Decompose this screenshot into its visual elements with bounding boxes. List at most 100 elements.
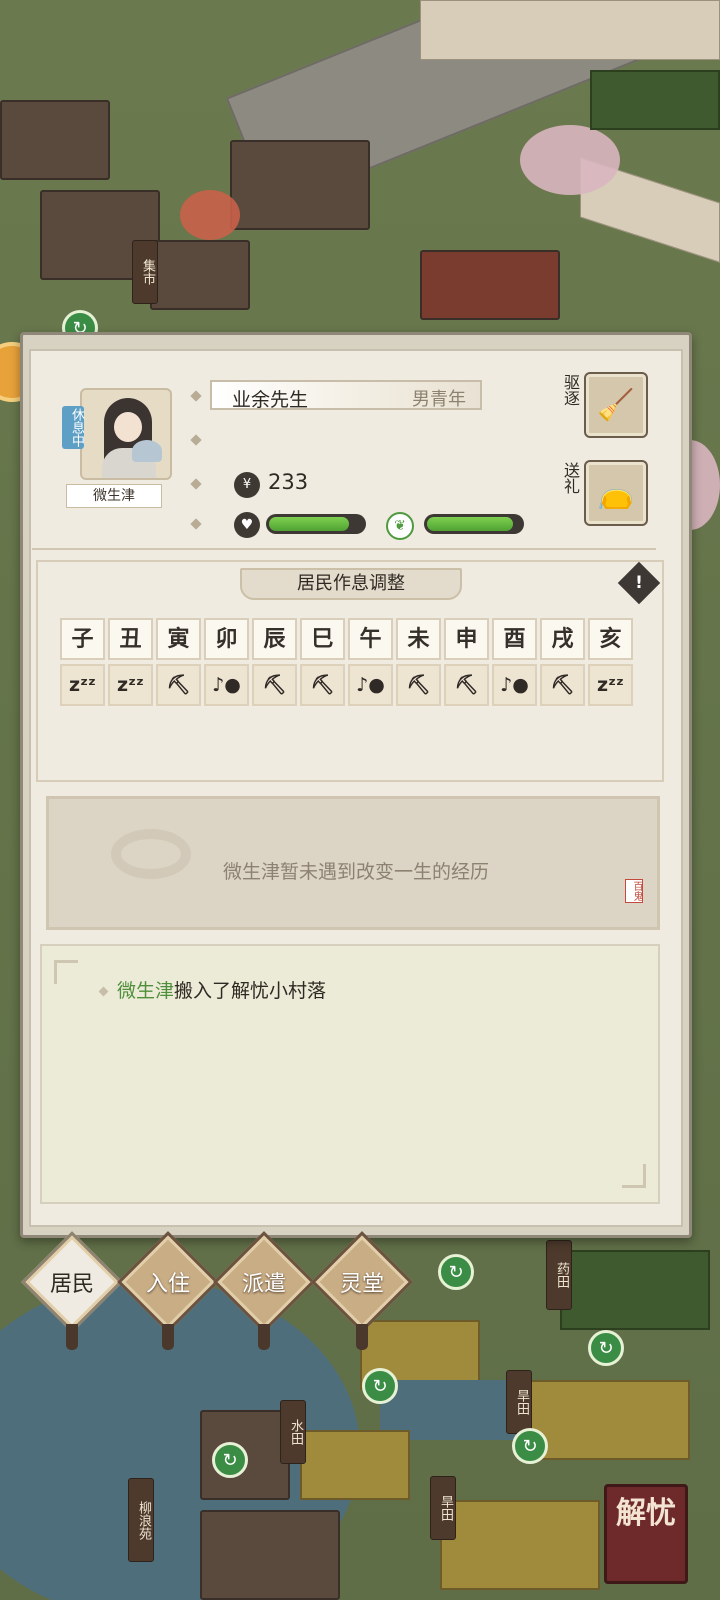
shrine-roof <box>420 250 560 320</box>
log-entry-name: 微生津 <box>117 980 175 1002</box>
bag-icon[interactable]: 👝 <box>584 460 648 526</box>
warning-icon[interactable]: ! <box>617 561 661 605</box>
hour-cell: 辰 <box>252 618 297 660</box>
tab-label: 派遣 <box>241 1272 286 1297</box>
music-person-icon[interactable]: ♪● <box>492 664 537 706</box>
log-entry-text: 搬入了解忧小村落 <box>174 980 327 1002</box>
sign-market[interactable]: 集市 <box>132 240 158 304</box>
tab-residents[interactable]: 居民 <box>21 1231 123 1350</box>
hour-cell: 巳 <box>300 618 345 660</box>
avatar-face <box>114 412 142 442</box>
music-person-icon[interactable]: ♪● <box>204 664 249 706</box>
mood-bar <box>424 514 524 534</box>
fan-icon <box>132 440 162 462</box>
tab-label: 居民 <box>49 1272 94 1297</box>
tab-label: 入住 <box>145 1272 190 1297</box>
hour-cell: 卯 <box>204 618 249 660</box>
cherry-tree <box>520 125 620 195</box>
upgrade-arrow-icon[interactable]: ↻ <box>438 1254 474 1290</box>
heart-icon: ♥ <box>234 512 260 538</box>
activity-row: zᶻᶻ zᶻᶻ ⛏ ♪● ⛏ ⛏ ♪● ⛏ ⛏ ♪● ⛏ zᶻᶻ <box>60 664 640 706</box>
house-roof <box>150 240 250 310</box>
sleep-icon[interactable]: zᶻᶻ <box>108 664 153 706</box>
pickaxe-icon[interactable]: ⛏ <box>252 664 297 706</box>
pickaxe-icon[interactable]: ⛏ <box>540 664 585 706</box>
health-bar <box>266 514 366 534</box>
music-person-icon[interactable]: ♪● <box>348 664 393 706</box>
hour-cell: 戌 <box>540 618 585 660</box>
status-badge: 休息中 <box>62 406 84 449</box>
health-bar-fill <box>269 517 349 531</box>
section-divider <box>32 548 656 550</box>
tab-dispatch[interactable]: 派遣 <box>213 1231 315 1350</box>
pickaxe-icon[interactable]: ⛏ <box>300 664 345 706</box>
wheat-field <box>300 1430 410 1500</box>
resident-title: 业余先生 <box>232 389 309 411</box>
hour-cell: 亥 <box>588 618 633 660</box>
tab-stem <box>66 1324 78 1350</box>
tab-stem <box>162 1324 174 1350</box>
hour-cell: 申 <box>444 618 489 660</box>
life-event-box: 微生津暂未遇到改变一生的经历 百鬼 <box>46 796 660 930</box>
house-roof <box>230 140 370 230</box>
upgrade-arrow-icon[interactable]: ↻ <box>212 1442 248 1478</box>
upgrade-arrow-icon[interactable]: ↻ <box>362 1368 398 1404</box>
upgrade-arrow-icon[interactable]: ↻ <box>512 1428 548 1464</box>
garden-bed <box>590 70 720 130</box>
schedule-title: 居民作息调整 <box>240 568 462 600</box>
mood-bar-fill <box>427 517 514 531</box>
pickaxe-icon[interactable]: ⛏ <box>444 664 489 706</box>
tab-label: 灵堂 <box>339 1272 384 1297</box>
house-roof <box>0 100 110 180</box>
hour-cell: 丑 <box>108 618 153 660</box>
gender-age: 男青年 <box>412 389 466 410</box>
hour-cell: 未 <box>396 618 441 660</box>
life-event-text: 微生津暂未遇到改变一生的经历 <box>222 861 489 883</box>
pickaxe-icon[interactable]: ⛏ <box>396 664 441 706</box>
resident-avatar[interactable]: 休息中 微生津 <box>62 388 178 508</box>
avatar <box>80 388 172 480</box>
hour-cell: 酉 <box>492 618 537 660</box>
sign-dry-field[interactable]: 旱田 <box>506 1370 532 1434</box>
sleep-icon[interactable]: zᶻᶻ <box>60 664 105 706</box>
leaf-icon: ❦ <box>386 512 414 540</box>
broom-icon[interactable]: 🧹 <box>584 372 648 438</box>
sign-willow-garden[interactable]: 柳浪苑 <box>128 1478 154 1562</box>
upgrade-arrow-icon[interactable]: ↻ <box>588 1330 624 1366</box>
expel-label: 驱逐 <box>561 374 580 406</box>
seal-stamp: 百鬼 <box>625 879 643 903</box>
courtyard-wall <box>420 0 720 60</box>
sleep-icon[interactable]: zᶻᶻ <box>588 664 633 706</box>
warning-glyph: ! <box>635 573 643 593</box>
expel-action[interactable]: 驱逐 🧹 <box>558 372 658 442</box>
hour-cell: 午 <box>348 618 393 660</box>
wheat-field <box>440 1500 600 1590</box>
pickaxe-icon[interactable]: ⛏ <box>156 664 201 706</box>
tab-memorial-hall[interactable]: 灵堂 <box>311 1231 413 1350</box>
herb-field <box>560 1250 710 1330</box>
gift-label: 送礼 <box>561 462 580 494</box>
tab-move-in[interactable]: 入住 <box>117 1231 219 1350</box>
money-icon: ¥ <box>234 472 260 498</box>
avatar-name-label: 微生津 <box>66 484 162 508</box>
red-lantern-tree <box>180 190 240 240</box>
sign-paddy-field[interactable]: 水田 <box>280 1400 306 1464</box>
house-roof <box>200 1510 340 1600</box>
corner-ornament <box>622 1164 646 1188</box>
money-value: 233 <box>268 470 309 494</box>
schedule-grid: 子丑寅卯辰巳午未申酉戌亥 zᶻᶻ zᶻᶻ ⛏ ♪● ⛏ ⛏ ♪● ⛏ ⛏ ♪● ⛏ zᶻᶻ <box>60 618 640 706</box>
jieyou-button[interactable]: 解忧 <box>604 1484 688 1584</box>
hour-row: 子丑寅卯辰巳午未申酉戌亥 <box>60 618 640 660</box>
hour-cell: 寅 <box>156 618 201 660</box>
log-entry: 微生津搬入了解忧小村落 <box>98 976 327 1003</box>
sign-dry-field-2[interactable]: 旱田 <box>430 1476 456 1540</box>
sign-herb-field[interactable]: 药田 <box>546 1240 572 1310</box>
tab-stem <box>356 1324 368 1350</box>
hour-cell: 子 <box>60 618 105 660</box>
corner-ornament <box>54 960 78 984</box>
activity-log[interactable]: 微生津搬入了解忧小村落 <box>40 944 660 1204</box>
gift-action[interactable]: 送礼 👝 <box>558 460 658 530</box>
bullet-icon <box>98 986 109 997</box>
tab-stem <box>258 1324 270 1350</box>
title-plate: 业余先生 男青年 <box>210 380 482 411</box>
